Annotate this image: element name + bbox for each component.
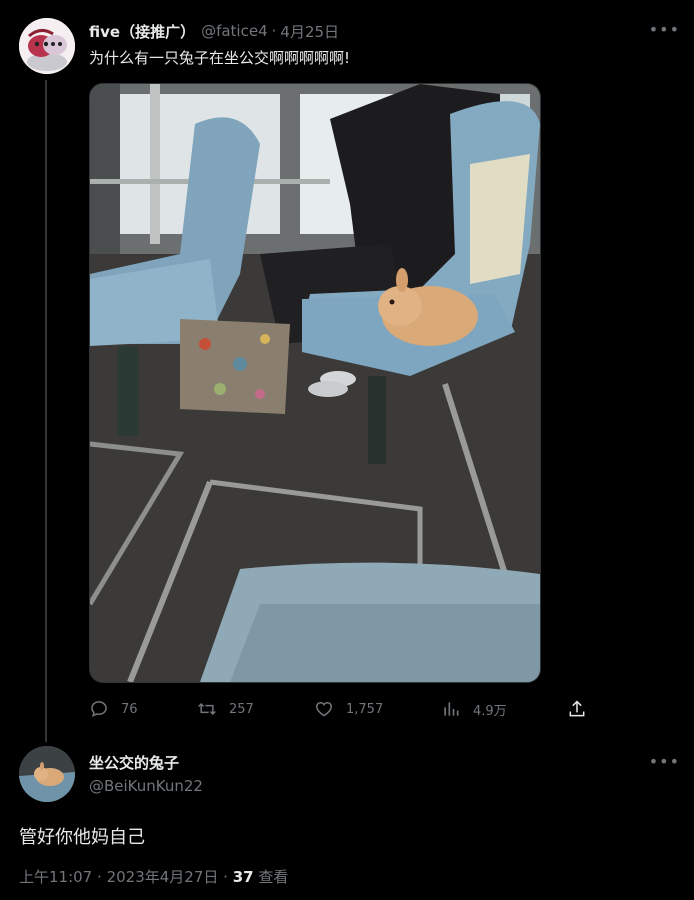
bar-chart-icon <box>444 702 459 716</box>
view-count: 4.9万 <box>473 703 507 719</box>
reply-meta: 上午11:07 · 2023年4月27日 · 37 查看 <box>19 866 288 887</box>
reply-date[interactable]: 2023年4月27日 <box>107 868 219 886</box>
reply-view-count: 37 <box>232 868 254 886</box>
dot-separator: · <box>97 868 102 886</box>
retweet-count: 257 <box>229 701 254 717</box>
cartoon-avatar-image <box>19 18 75 74</box>
thread-connector-line <box>45 80 47 742</box>
more-horizontal-icon[interactable]: ••• <box>649 752 680 771</box>
bus-rabbit-photo <box>90 84 540 682</box>
tweet-header: five（接推广） @fatice4 · 4月25日 <box>89 20 339 42</box>
retweet-button[interactable]: 257 <box>197 697 254 721</box>
share-icon <box>569 700 585 717</box>
share-button[interactable] <box>567 697 599 721</box>
more-horizontal-icon[interactable]: ••• <box>649 20 680 39</box>
reply-display-name[interactable]: 坐公交的兔子 <box>89 752 179 773</box>
tweet-photo[interactable] <box>89 83 541 683</box>
author-avatar[interactable] <box>19 18 75 74</box>
comment-icon <box>91 701 107 718</box>
tweet-text: 为什么有一只兔子在坐公交啊啊啊啊啊! <box>89 49 351 67</box>
reply-handle[interactable]: @BeiKunKun22 <box>89 777 203 795</box>
reply-count: 76 <box>121 701 138 717</box>
views-button[interactable]: 4.9万 <box>441 697 507 721</box>
author-handle[interactable]: @fatice4 <box>201 22 268 40</box>
tweet-action-bar: 76 257 1,757 4.9万 <box>89 697 599 721</box>
like-count: 1,757 <box>346 701 384 717</box>
author-display-name[interactable]: five（接推广） <box>89 21 195 42</box>
tweet-date[interactable]: 4月25日 <box>280 21 339 42</box>
dot-separator: · <box>271 22 277 40</box>
retweet-icon <box>198 702 216 716</box>
reply-text: 管好你他妈自己 <box>19 827 145 848</box>
dot-separator: · <box>223 868 228 886</box>
reply-author-avatar[interactable] <box>19 746 75 802</box>
rabbit-avatar-image <box>19 746 75 802</box>
heart-icon <box>315 701 333 717</box>
reply-button[interactable]: 76 <box>89 697 138 721</box>
reply-view-label: 查看 <box>258 868 289 886</box>
like-button[interactable]: 1,757 <box>314 697 383 721</box>
reply-time[interactable]: 上午11:07 <box>19 868 92 886</box>
